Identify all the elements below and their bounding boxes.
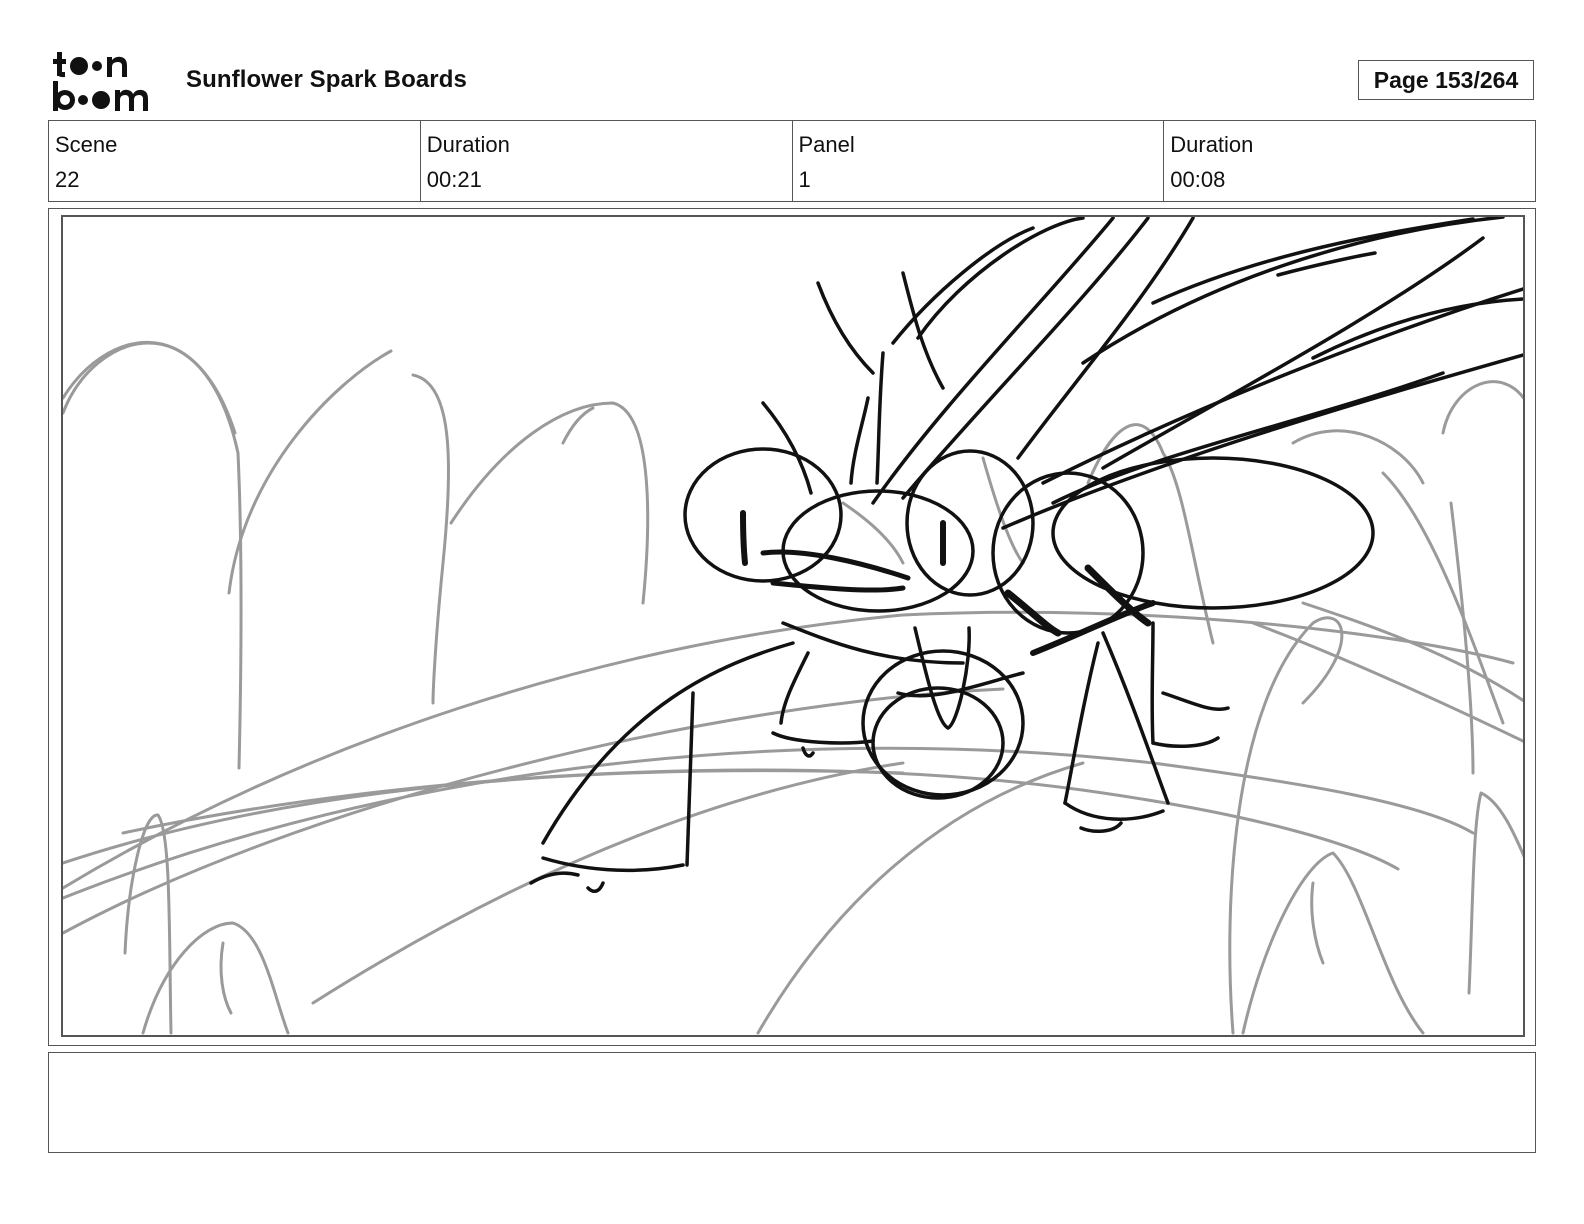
notes-box bbox=[48, 1052, 1536, 1153]
panel-value: 1 bbox=[798, 167, 811, 192]
scene-cell: Scene 22 bbox=[49, 121, 421, 201]
scene-duration-cell: Duration 00:21 bbox=[421, 121, 793, 201]
logo-text-top: toon bbox=[50, 50, 52, 51]
project-title: Sunflower Spark Boards bbox=[186, 66, 467, 93]
logo-text-bottom: boom bbox=[50, 50, 53, 51]
info-table: Scene 22 Duration 00:21 Panel 1 Duration… bbox=[48, 120, 1536, 202]
panel-duration-cell: Duration 00:08 bbox=[1164, 121, 1535, 201]
storyboard-panel-frame bbox=[48, 208, 1536, 1046]
panel-label: Panel bbox=[798, 132, 855, 157]
storyboard-panel-image bbox=[61, 215, 1525, 1037]
panel-cell: Panel 1 bbox=[793, 121, 1165, 201]
panel-duration-label: Duration bbox=[1170, 132, 1254, 157]
scene-duration-label: Duration bbox=[426, 132, 510, 157]
scene-value: 22 bbox=[55, 167, 80, 192]
page-indicator: Page 153/264 bbox=[1358, 60, 1534, 100]
scene-label: Scene bbox=[55, 132, 118, 157]
panel-duration-value: 00:08 bbox=[1170, 167, 1226, 192]
character-sketch bbox=[529, 217, 1523, 893]
scene-duration-value: 00:21 bbox=[426, 167, 482, 192]
toon-boom-logo: toon boom bbox=[50, 50, 148, 111]
